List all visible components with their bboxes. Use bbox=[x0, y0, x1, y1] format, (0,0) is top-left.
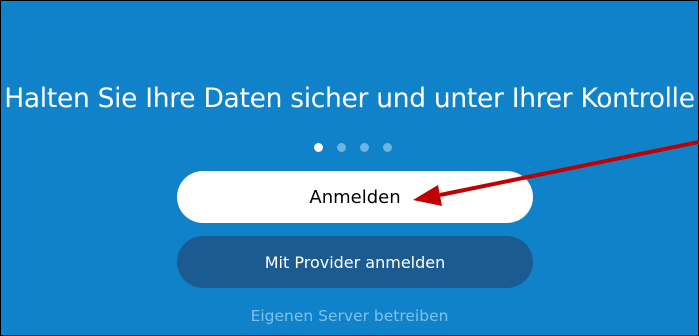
login-button[interactable]: Anmelden bbox=[177, 171, 533, 223]
login-button-label: Anmelden bbox=[309, 186, 401, 208]
app-screen: Halten Sie Ihre Daten sicher und unter I… bbox=[0, 0, 699, 336]
page-dot-2[interactable] bbox=[337, 142, 346, 152]
page-dot-1[interactable] bbox=[314, 142, 323, 152]
page-dot-3[interactable] bbox=[360, 142, 369, 152]
own-server-link[interactable]: Eigenen Server betreiben bbox=[1, 307, 698, 325]
onboarding-headline: Halten Sie Ihre Daten sicher und unter I… bbox=[4, 83, 695, 114]
page-indicator bbox=[314, 141, 392, 153]
page-dot-4[interactable] bbox=[383, 142, 392, 152]
provider-login-button[interactable]: Mit Provider anmelden bbox=[177, 236, 533, 288]
provider-login-button-label: Mit Provider anmelden bbox=[264, 252, 446, 272]
